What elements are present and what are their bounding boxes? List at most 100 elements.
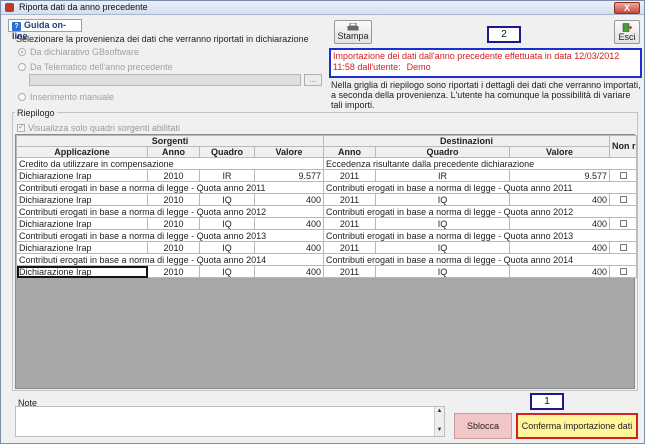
app-icon (5, 3, 14, 12)
cell-non-rip[interactable] (609, 241, 638, 254)
scroll-down-icon[interactable]: ▼ (435, 426, 444, 435)
radio-button-icon (18, 48, 26, 56)
non-rip-checkbox[interactable] (619, 195, 627, 203)
cell-dest-valore[interactable]: 400 (509, 193, 611, 206)
source-category: Contributi erogati in base a norma di le… (15, 181, 325, 194)
browse-button[interactable]: ... (304, 74, 322, 86)
table-row[interactable]: Dichiarazione Irap 2010 IQ 400 2011 IQ 400 (16, 193, 638, 206)
table-row[interactable]: Dichiarazione Irap 2010 IQ 400 2011 IQ 400 (16, 217, 638, 230)
source-category: Credito da utilizzare in compensazione (15, 157, 325, 170)
cell-anno[interactable]: 2010 (147, 169, 200, 182)
cell-anno[interactable]: 2010 (147, 265, 200, 278)
scroll-up-icon[interactable]: ▲ (435, 407, 444, 416)
exit-door-icon (622, 23, 632, 32)
radio-manuale[interactable]: Inserimento manuale (18, 92, 114, 102)
cell-applicazione[interactable]: Dichiarazione Irap (16, 241, 148, 254)
cell-dest-quadro[interactable]: IR (375, 169, 511, 182)
cell-quadro[interactable]: IR (199, 169, 255, 182)
cell-applicazione[interactable]: Dichiarazione Irap (16, 193, 148, 206)
cell-dest-valore[interactable]: 400 (509, 241, 611, 254)
provenance-group: Selezionare la provenienza dei dati che … (12, 34, 324, 108)
unlock-button[interactable]: Sblocca (454, 413, 512, 439)
cell-dest-anno[interactable]: 2011 (323, 241, 377, 254)
cell-valore[interactable]: 400 (253, 217, 325, 230)
annotation-badge-1: 1 (530, 393, 564, 410)
cell-dest-valore[interactable]: 9.577 (509, 169, 611, 182)
dest-category: Contributi erogati in base a norma di le… (323, 205, 638, 218)
radio-gbsoftware[interactable]: Da dichiarativo GBsoftware (18, 47, 139, 57)
file-path-input[interactable] (29, 74, 301, 86)
checkbox-icon (17, 122, 25, 132)
cell-non-rip[interactable] (609, 193, 638, 206)
col-applicazione: Applicazione (16, 146, 148, 158)
table-row[interactable]: Dichiarazione Irap 2010 IQ 400 2011 IQ 400 (16, 241, 638, 254)
non-rip-checkbox[interactable] (619, 243, 627, 251)
import-user: Demo (406, 62, 431, 72)
help-button[interactable]: ? Guida on-line (8, 19, 82, 41)
cell-valore[interactable]: 400 (253, 193, 325, 206)
printer-icon (347, 23, 359, 31)
cell-valore[interactable]: 9.577 (253, 169, 325, 182)
table-row[interactable]: Dichiarazione Irap 2010 IR 9.577 2011 IR 9.577 (16, 169, 638, 182)
table-row[interactable]: Dichiarazione Irap 2010 IQ 400 2011 IQ 400 (16, 265, 638, 278)
dest-category: Contributi erogati in base a norma di le… (323, 253, 638, 266)
cell-non-rip[interactable] (609, 265, 638, 278)
summary-grid[interactable]: Sorgenti Destinazioni Non rip Applicazio… (15, 134, 638, 389)
category-row[interactable]: Credito da utilizzare in compensazione Ec… (15, 157, 638, 170)
cell-dest-anno[interactable]: 2011 (323, 169, 377, 182)
cell-anno[interactable]: 2010 (147, 241, 200, 254)
cell-dest-quadro[interactable]: IQ (375, 217, 511, 230)
cell-non-rip[interactable] (609, 217, 638, 230)
cell-quadro[interactable]: IQ (199, 193, 255, 206)
non-rip-checkbox[interactable] (619, 171, 627, 179)
cell-applicazione[interactable]: Dichiarazione Irap (16, 265, 148, 278)
summary-label: Riepilogo (15, 108, 57, 118)
category-row[interactable]: Contributi erogati in base a norma di le… (15, 205, 638, 218)
dialog-window: Riporta dati da anno precedente X ? Guida… (0, 0, 645, 444)
cell-quadro[interactable]: IQ (199, 241, 255, 254)
category-row[interactable]: Contributi erogati in base a norma di le… (15, 253, 638, 266)
source-category: Contributi erogati in base a norma di le… (15, 253, 325, 266)
cell-dest-anno[interactable]: 2011 (323, 193, 377, 206)
print-button[interactable]: Stampa (334, 20, 372, 44)
col-valore: Valore (253, 146, 325, 158)
col-quadro: Quadro (199, 146, 255, 158)
notes-scrollbar[interactable]: ▲ ▼ (434, 407, 444, 436)
cell-dest-anno[interactable]: 2011 (323, 265, 377, 278)
source-category: Contributi erogati in base a norma di le… (15, 205, 325, 218)
non-rip-checkbox[interactable] (619, 219, 627, 227)
cell-anno[interactable]: 2010 (147, 193, 200, 206)
cell-applicazione[interactable]: Dichiarazione Irap (16, 169, 148, 182)
cell-dest-quadro[interactable]: IQ (375, 193, 511, 206)
non-rip-checkbox[interactable] (619, 267, 627, 275)
window-title: Riporta dati da anno precedente (19, 2, 148, 12)
cell-dest-quadro[interactable]: IQ (375, 265, 511, 278)
provenance-title: Selezionare la provenienza dei dati che … (16, 34, 309, 44)
help-icon: ? (12, 22, 21, 31)
category-row[interactable]: Contributi erogati in base a norma di le… (15, 181, 638, 194)
cell-dest-valore[interactable]: 400 (509, 217, 611, 230)
print-label: Stampa (337, 31, 369, 41)
cell-applicazione[interactable]: Dichiarazione Irap (16, 217, 148, 230)
cell-quadro[interactable]: IQ (199, 217, 255, 230)
radio-label: Da Telematico dell'anno precedente (30, 62, 173, 72)
cell-dest-anno[interactable]: 2011 (323, 217, 377, 230)
close-button[interactable]: X (614, 2, 640, 14)
cell-valore[interactable]: 400 (253, 241, 325, 254)
cell-valore[interactable]: 400 (253, 265, 325, 278)
exit-button[interactable]: Esci (614, 20, 640, 44)
filter-checkbox[interactable]: Visualizza solo quadri sorgenti abilitat… (17, 122, 180, 133)
confirm-import-button[interactable]: Conferma importazione dati (516, 413, 638, 439)
sources-header: Sorgenti (15, 135, 325, 147)
radio-telematico[interactable]: Da Telematico dell'anno precedente (18, 62, 173, 72)
cell-quadro[interactable]: IQ (199, 265, 255, 278)
notes-textarea[interactable]: ▲ ▼ (15, 406, 445, 437)
cell-non-rip[interactable] (609, 169, 638, 182)
cell-anno[interactable]: 2010 (147, 217, 200, 230)
category-row[interactable]: Contributi erogati in base a norma di le… (15, 229, 638, 242)
filter-label: Visualizza solo quadri sorgenti abilitat… (28, 123, 180, 133)
destinations-header: Destinazioni (323, 135, 611, 147)
cell-dest-valore[interactable]: 400 (509, 265, 611, 278)
col-dest-anno: Anno (323, 146, 377, 158)
cell-dest-quadro[interactable]: IQ (375, 241, 511, 254)
